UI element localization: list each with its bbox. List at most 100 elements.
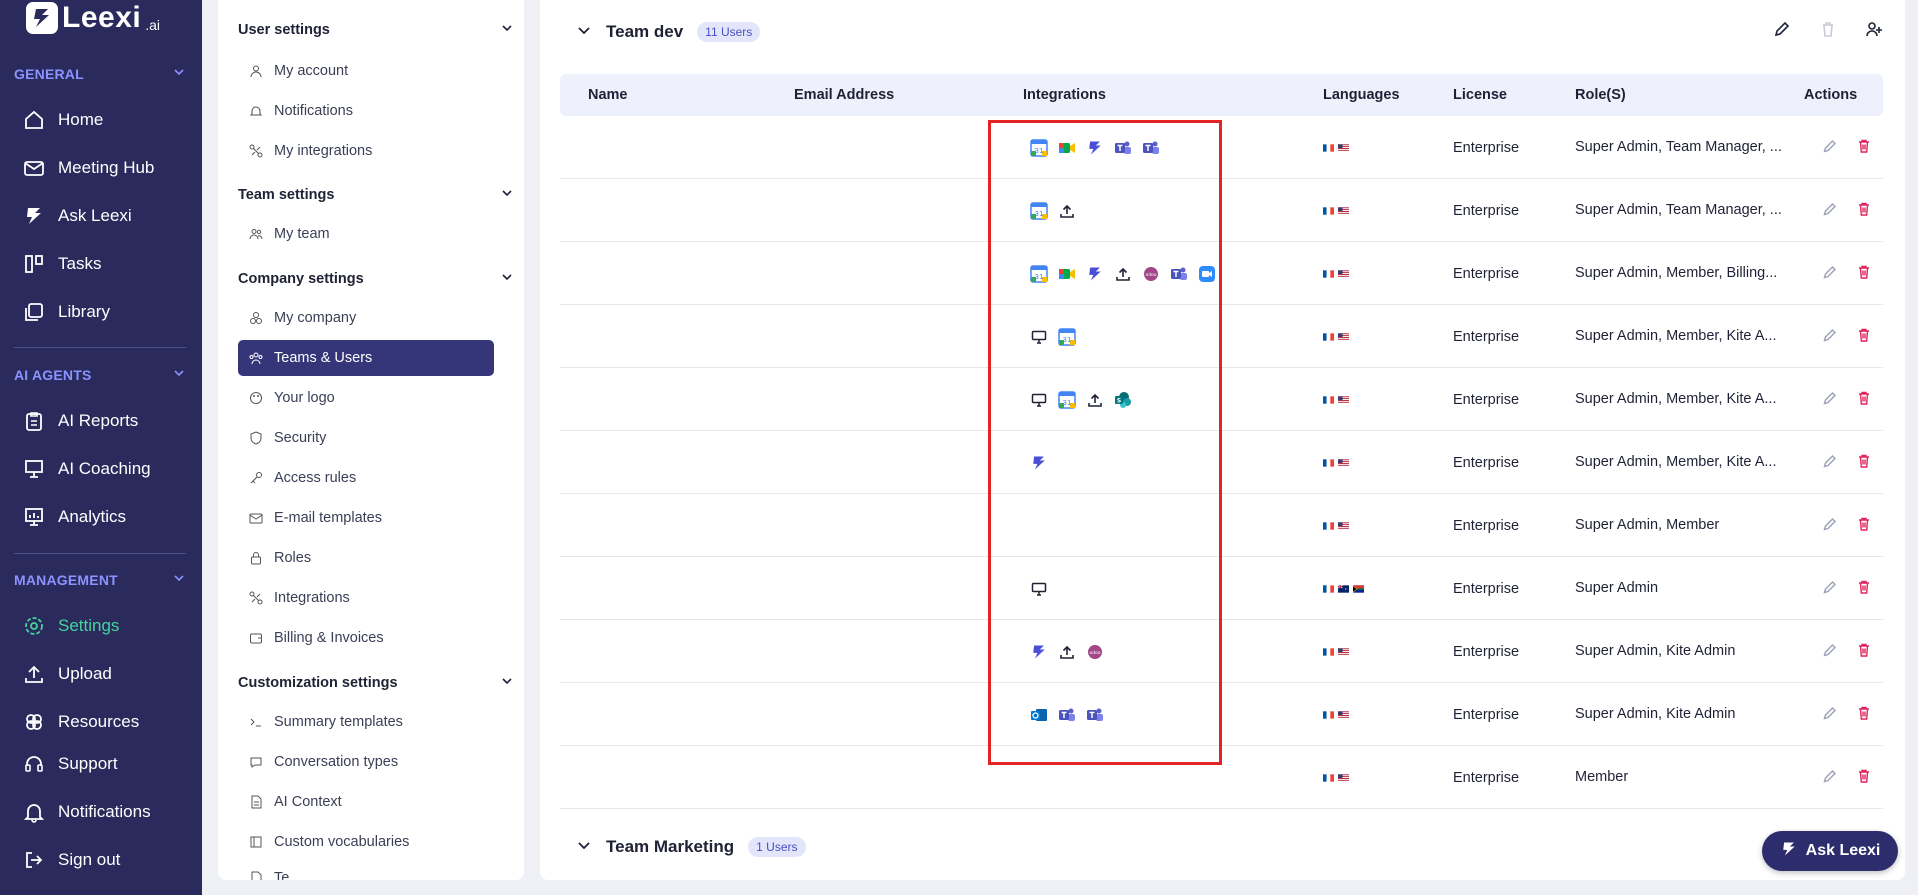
delete-user-icon[interactable]	[1856, 138, 1872, 158]
nav-item-label: Ask Leexi	[58, 206, 132, 225]
add-user-icon[interactable]	[1863, 18, 1885, 40]
settings-item-conversation-types[interactable]: Conversation types	[238, 744, 494, 780]
delete-user-icon[interactable]	[1856, 264, 1872, 284]
settings-item-label: AI Context	[274, 794, 342, 810]
settings-group-user[interactable]: User settings	[238, 18, 514, 42]
settings-item-billing[interactable]: Billing & Invoices	[238, 620, 494, 656]
nav-item-label: Settings	[58, 616, 120, 635]
nav-item-ask-leexi[interactable]: Ask Leexi	[22, 199, 192, 233]
settings-item-my-team[interactable]: My team	[238, 216, 494, 252]
nav-section-ai-agents[interactable]: AI AGENTS	[0, 363, 202, 387]
settings-item-label: Conversation types	[274, 754, 399, 770]
chevron-down-icon	[500, 674, 514, 693]
nav-item-upload[interactable]: Upload	[22, 657, 192, 691]
upload-icon	[22, 662, 46, 686]
settings-item-ai-context[interactable]: AI Context	[238, 784, 494, 820]
nav-item-meeting-hub[interactable]: Meeting Hub	[22, 151, 192, 185]
delete-user-icon[interactable]	[1856, 642, 1872, 662]
flag-fr-icon	[1323, 392, 1334, 408]
nav-item-ai-coaching[interactable]: AI Coaching	[22, 452, 192, 486]
settings-group-company[interactable]: Company settings	[238, 267, 514, 291]
edit-user-icon[interactable]	[1822, 516, 1838, 536]
delete-team-icon[interactable]	[1817, 18, 1839, 40]
settings-item-access-rules[interactable]: Access rules	[238, 460, 494, 496]
chevron-down-icon[interactable]	[576, 837, 592, 858]
ask-leexi-button[interactable]: Ask Leexi	[1762, 831, 1898, 871]
settings-item-label: Roles	[274, 550, 312, 566]
settings-item-integrations[interactable]: Integrations	[238, 580, 494, 616]
delete-user-icon[interactable]	[1856, 516, 1872, 536]
nav-section-management[interactable]: MANAGEMENT	[0, 568, 202, 592]
settings-item-notifications[interactable]: Notifications	[238, 93, 494, 129]
col-roles[interactable]: Role(S)	[1575, 74, 1626, 116]
license-cell: Enterprise	[1453, 202, 1520, 219]
edit-user-icon[interactable]	[1822, 642, 1838, 662]
nav-item-settings[interactable]: Settings	[22, 609, 192, 643]
edit-user-icon[interactable]	[1822, 264, 1838, 284]
col-languages[interactable]: Languages	[1323, 74, 1400, 116]
settings-item-summary-templates[interactable]: Summary templates	[238, 704, 494, 740]
settings-item-security[interactable]: Security	[238, 420, 494, 456]
edit-user-icon[interactable]	[1822, 327, 1838, 347]
nav-item-label: Meeting Hub	[58, 158, 155, 177]
nav-section-label: MANAGEMENT	[14, 572, 118, 588]
languages-cell	[1323, 242, 1349, 305]
settings-item-your-logo[interactable]: Your logo	[238, 380, 494, 416]
nav-section-general[interactable]: GENERAL	[0, 62, 202, 86]
settings-group-customization[interactable]: Customization settings	[238, 671, 514, 695]
delete-user-icon[interactable]	[1856, 705, 1872, 725]
book-icon	[248, 834, 264, 850]
nav-item-support[interactable]: Support	[22, 747, 192, 781]
leexi-icon	[22, 204, 46, 228]
edit-user-icon[interactable]	[1822, 138, 1838, 158]
delete-user-icon[interactable]	[1856, 201, 1872, 221]
chevron-down-icon[interactable]	[576, 22, 592, 43]
nav-item-analytics[interactable]: Analytics	[22, 500, 192, 534]
nav-item-resources[interactable]: Resources	[22, 705, 192, 739]
delete-user-icon[interactable]	[1856, 327, 1872, 347]
nav-item-label: Home	[58, 110, 104, 129]
flag-us-icon	[1338, 203, 1349, 219]
nav-item-ai-reports[interactable]: AI Reports	[22, 404, 192, 438]
settings-item-my-integrations[interactable]: My integrations	[238, 133, 494, 169]
settings-item-email-templates[interactable]: E-mail templates	[238, 500, 494, 536]
edit-user-icon[interactable]	[1822, 453, 1838, 473]
nav-item-library[interactable]: Library	[22, 295, 192, 329]
edit-user-icon[interactable]	[1822, 579, 1838, 599]
edit-user-icon[interactable]	[1822, 201, 1838, 221]
team-dev-header[interactable]: Team dev 11 Users	[576, 17, 761, 47]
languages-cell	[1323, 683, 1349, 746]
settings-item-label: Integrations	[274, 590, 350, 606]
tasks-icon	[22, 252, 46, 276]
team-name: Team Marketing	[606, 837, 735, 856]
nav-item-home[interactable]: Home	[22, 103, 192, 137]
settings-item-my-company[interactable]: My company	[238, 300, 494, 336]
delete-user-icon[interactable]	[1856, 579, 1872, 599]
delete-user-icon[interactable]	[1856, 768, 1872, 788]
settings-item-truncated[interactable]: Te...	[238, 860, 494, 880]
team-marketing-header[interactable]: Team Marketing 1 Users	[576, 832, 806, 862]
col-license[interactable]: License	[1453, 74, 1507, 116]
license-cell: Enterprise	[1453, 454, 1520, 471]
flag-fr-icon	[1323, 770, 1334, 786]
edit-user-icon[interactable]	[1822, 768, 1838, 788]
settings-group-team[interactable]: Team settings	[238, 183, 514, 207]
edit-user-icon[interactable]	[1822, 390, 1838, 410]
nav-item-tasks[interactable]: Tasks	[22, 247, 192, 281]
delete-user-icon[interactable]	[1856, 453, 1872, 473]
nav-item-sign-out[interactable]: Sign out	[22, 843, 192, 877]
edit-team-icon[interactable]	[1771, 18, 1793, 40]
settings-item-teams-users[interactable]: Teams & Users	[238, 340, 494, 376]
settings-item-my-account[interactable]: My account	[238, 53, 494, 89]
settings-item-custom-vocabularies[interactable]: Custom vocabularies	[238, 824, 494, 860]
leexi-logo[interactable]: Leexi .ai	[26, 0, 160, 36]
nav-item-notifications[interactable]: Notifications	[22, 795, 192, 829]
languages-cell	[1323, 368, 1349, 431]
nav-item-label: AI Coaching	[58, 459, 151, 478]
col-email[interactable]: Email Address	[794, 74, 894, 116]
settings-item-roles[interactable]: Roles	[238, 540, 494, 576]
edit-user-icon[interactable]	[1822, 705, 1838, 725]
col-name[interactable]: Name	[588, 74, 628, 116]
col-integrations[interactable]: Integrations	[1023, 74, 1106, 116]
delete-user-icon[interactable]	[1856, 390, 1872, 410]
